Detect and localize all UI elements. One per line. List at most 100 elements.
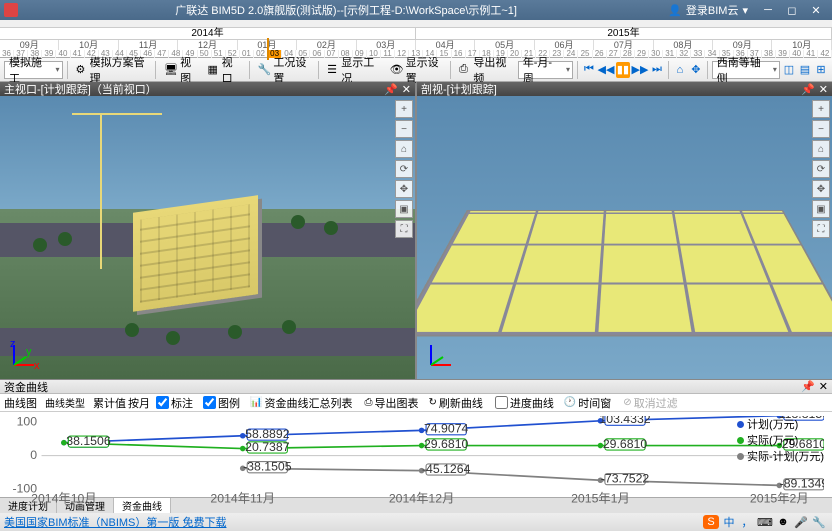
timeline-month[interactable]: 01月 xyxy=(238,40,297,50)
summary-button[interactable]: 📊资金曲线汇总列表 xyxy=(246,394,356,412)
timewindow-button[interactable]: 🕐时间窗 xyxy=(560,394,615,412)
cancel-filter-button[interactable]: ⊘取消过滤 xyxy=(619,394,681,412)
ime-smile-icon[interactable]: ☻ xyxy=(775,515,791,529)
timeline-month[interactable]: 08月 xyxy=(654,40,713,50)
prev-button[interactable]: ◀◀ xyxy=(598,62,614,78)
ime-settings-icon[interactable]: 🔧 xyxy=(811,515,827,529)
zoom-in-icon[interactable]: + xyxy=(395,100,413,118)
progress-toggle[interactable]: 进度曲线 xyxy=(491,394,558,412)
cumulative-combo[interactable]: 累计值 xyxy=(93,395,126,411)
ime-mic-icon[interactable]: 🎤 xyxy=(793,515,809,529)
timeline-week[interactable]: 01 xyxy=(240,50,254,58)
minimize-button[interactable]: ─ xyxy=(756,2,780,18)
timeline-week[interactable]: 50 xyxy=(198,50,212,58)
timeline-week[interactable]: 26 xyxy=(593,50,607,58)
timeline-week[interactable]: 41 xyxy=(71,50,85,58)
timeline-week[interactable]: 31 xyxy=(663,50,677,58)
refresh-button[interactable]: ↻刷新曲线 xyxy=(424,394,486,412)
zoom-in-icon[interactable]: + xyxy=(812,100,830,118)
localize-button[interactable]: 🔧工况设置 xyxy=(254,61,315,79)
mode-combo[interactable]: 模拟施工 xyxy=(4,61,63,79)
timeline-week[interactable]: 06 xyxy=(310,50,324,58)
next-button[interactable]: ▶▶ xyxy=(632,62,648,78)
nav-home-icon[interactable]: ⌂ xyxy=(673,62,687,78)
timeline-month[interactable]: 10月 xyxy=(772,40,831,50)
timeline-month[interactable]: 09月 xyxy=(0,40,59,50)
pan-icon[interactable]: ✥ xyxy=(395,180,413,198)
viewport-button[interactable]: ▦视口 xyxy=(203,61,244,79)
home-icon[interactable]: ⌂ xyxy=(395,140,413,158)
zoom-out-icon[interactable]: − xyxy=(812,120,830,138)
export-chart-button[interactable]: ⎙导出图表 xyxy=(360,394,422,412)
cube-icon[interactable]: ◫ xyxy=(782,62,796,78)
mark-toggle[interactable]: 标注 xyxy=(152,394,197,412)
timeline-week[interactable]: 11 xyxy=(381,50,395,58)
fit-icon[interactable]: ▣ xyxy=(395,200,413,218)
zoom-out-icon[interactable]: − xyxy=(395,120,413,138)
timeline-week[interactable]: 41 xyxy=(804,50,818,58)
chart-type-combo[interactable]: 曲线图 xyxy=(4,395,37,411)
viewport-main[interactable]: 主视口-[计划跟踪]（当前视口） 📌 ✕ + − ⌂ ⟳ ✥ ▣ ⛶ xyxy=(0,82,415,379)
timeline-week[interactable]: 42 xyxy=(818,50,832,58)
display-settings-button[interactable]: 👁显示设置 xyxy=(386,61,447,79)
timeline-week[interactable]: 25 xyxy=(578,50,592,58)
viewport-section[interactable]: 剖视-[计划跟踪] 📌 ✕ + − ⌂ ⟳ ✥ ▣ ⛶ xyxy=(417,82,832,379)
close-button[interactable]: ✕ xyxy=(804,2,828,18)
sogou-icon[interactable]: S xyxy=(703,515,719,529)
timeline-week[interactable]: 32 xyxy=(677,50,691,58)
timeline-month[interactable]: 02月 xyxy=(297,40,356,50)
timeline-month[interactable]: 06月 xyxy=(535,40,594,50)
timeline-month[interactable]: 10月 xyxy=(59,40,118,50)
timeline-month[interactable]: 11月 xyxy=(119,40,178,50)
fit-icon[interactable]: ▣ xyxy=(812,200,830,218)
close-icon[interactable]: ✕ xyxy=(819,380,828,393)
expand-icon[interactable]: ⛶ xyxy=(395,220,413,238)
timeline-week[interactable]: 29 xyxy=(635,50,649,58)
maximize-button[interactable]: ◻ xyxy=(780,2,804,18)
orbit-icon[interactable]: ⟳ xyxy=(395,160,413,178)
period-combo[interactable]: 按月 xyxy=(128,395,150,411)
timeline-week[interactable]: 27 xyxy=(607,50,621,58)
first-button[interactable]: ⏮ xyxy=(582,62,596,78)
timeline-week[interactable]: 24 xyxy=(564,50,578,58)
grid3-icon[interactable]: ⊞ xyxy=(814,62,828,78)
last-button[interactable]: ⏭ xyxy=(650,62,664,78)
date-format-combo[interactable]: 年-月-周 xyxy=(518,61,573,79)
close-icon[interactable]: ✕ xyxy=(819,83,828,96)
show-work-button[interactable]: ☰显示工况 xyxy=(323,61,384,79)
timeline-week[interactable]: 28 xyxy=(621,50,635,58)
scheme-manage-button[interactable]: ⚙模拟方案管理 xyxy=(71,61,151,79)
pin-icon[interactable]: 📌 xyxy=(801,380,815,393)
ime-punct-icon[interactable]: ， xyxy=(739,515,755,529)
timeline-week[interactable]: 16 xyxy=(452,50,466,58)
pin-icon[interactable]: 📌 xyxy=(801,83,815,96)
timeline-month[interactable]: 09月 xyxy=(713,40,772,50)
home-icon[interactable]: ⌂ xyxy=(812,140,830,158)
timeline-week[interactable]: 30 xyxy=(649,50,663,58)
user-info[interactable]: 👤 登录BIM云 ▾ xyxy=(668,2,748,18)
timeline-week[interactable]: 33 xyxy=(691,50,705,58)
close-icon[interactable]: ✕ xyxy=(402,83,411,96)
pin-icon[interactable]: 📌 xyxy=(384,83,398,96)
timeline-week[interactable]: 40 xyxy=(790,50,804,58)
chart-area[interactable]: 1000-1002014年10月2014年11月2014年12月2015年1月2… xyxy=(0,412,832,510)
timeline-month[interactable]: 12月 xyxy=(178,40,237,50)
legend-toggle[interactable]: 图例 xyxy=(199,394,244,412)
timeline-month[interactable]: 04月 xyxy=(416,40,475,50)
ime-cn-icon[interactable]: 中 xyxy=(721,515,737,529)
timeline-month[interactable]: 07月 xyxy=(594,40,653,50)
layers-icon[interactable]: ▤ xyxy=(798,62,812,78)
pan-icon[interactable]: ✥ xyxy=(812,180,830,198)
status-text[interactable]: 美国国家BIM标准（NBIMS）第一版 免费下载 xyxy=(4,514,226,530)
expand-icon[interactable]: ⛶ xyxy=(812,220,830,238)
nav-pan-icon[interactable]: ✥ xyxy=(689,62,703,78)
view-button[interactable]: 🖥视图 xyxy=(160,61,201,79)
ime-keyboard-icon[interactable]: ⌨ xyxy=(757,515,773,529)
export-video-button[interactable]: ⎙导出视频 xyxy=(455,61,516,79)
timeline-month[interactable]: 05月 xyxy=(475,40,534,50)
timeline-week[interactable]: 40 xyxy=(56,50,70,58)
timeline-week[interactable]: 39 xyxy=(776,50,790,58)
orbit-icon[interactable]: ⟳ xyxy=(812,160,830,178)
projection-combo[interactable]: 西南等轴侧 xyxy=(712,61,780,79)
timeline-week[interactable]: 07 xyxy=(325,50,339,58)
